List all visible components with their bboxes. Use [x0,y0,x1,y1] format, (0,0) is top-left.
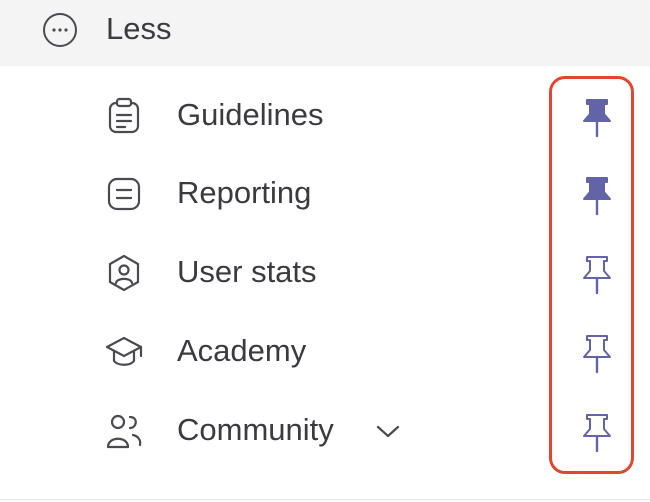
nav-item-community[interactable]: Community [0,399,540,461]
nav-item-label: Community [177,412,334,447]
less-label: Less [106,11,172,46]
less-toggle-row[interactable]: Less [0,0,650,66]
nav-item-label: Academy [177,333,307,368]
divider [0,499,650,500]
pin-filled-icon[interactable] [577,174,617,218]
users-icon [104,411,144,451]
pin-outline-icon[interactable] [577,411,617,455]
nav-item-label: User stats [177,254,317,289]
nav-item-user-stats[interactable]: User stats [0,241,540,303]
chevron-down-icon[interactable] [372,417,404,445]
nav-item-reporting[interactable]: Reporting [0,162,540,224]
pin-outline-icon[interactable] [577,332,617,376]
graduation-cap-icon [104,332,144,372]
user-shield-icon [104,253,144,293]
nav-item-academy[interactable]: Academy [0,320,540,382]
nav-item-label: Reporting [177,175,312,210]
nav-item-label: Guidelines [177,97,324,132]
pin-outline-icon[interactable] [577,253,617,297]
ellipsis-circle-icon [42,12,78,48]
nav-item-guidelines[interactable]: Guidelines [0,84,540,146]
pin-filled-icon[interactable] [577,96,617,140]
clipboard-icon [104,96,144,136]
list-box-icon [104,174,144,214]
